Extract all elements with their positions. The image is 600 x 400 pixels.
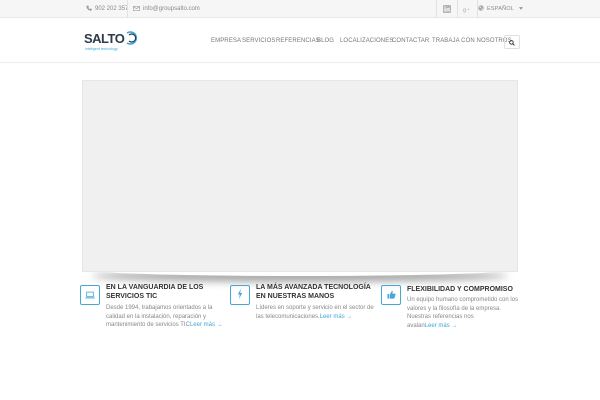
svg-text:g: g <box>463 8 466 13</box>
mail-icon <box>133 5 140 13</box>
nav-empresa[interactable]: EMPRESA <box>211 38 241 44</box>
nav-trabaja-con-nosotros[interactable]: TRABAJA CON NOSOTROS <box>432 38 512 44</box>
logo[interactable]: SALTO intelligent technology <box>84 29 144 55</box>
search-icon <box>509 33 515 51</box>
google-plus-icon: g + <box>463 0 472 18</box>
nav-referencias[interactable]: REFERENCIAS <box>276 38 320 44</box>
read-more-link[interactable]: Leer más → <box>190 322 223 328</box>
feature-text: Desde 1994, trabajamos orientados a la c… <box>106 304 224 330</box>
laptop-icon <box>85 286 95 304</box>
read-more-link[interactable]: Leer más → <box>320 314 353 320</box>
slider-image[interactable] <box>82 80 518 272</box>
search-button[interactable] <box>504 35 520 49</box>
nav-localizaciones[interactable]: LOCALIZACIONES <box>340 38 393 44</box>
feature-icon-box <box>230 285 250 305</box>
thumbs-up-icon <box>386 286 396 304</box>
hero-slider <box>82 80 518 276</box>
linkedin-icon <box>443 0 451 18</box>
nav-blog[interactable]: BLOG <box>317 38 334 44</box>
topbar-phone: 902 202 357 <box>86 0 128 18</box>
phone-number: 902 202 357 <box>95 6 129 12</box>
logo-swoosh-icon <box>124 30 140 51</box>
google-plus-link[interactable]: g + <box>457 0 477 18</box>
caret-down-icon <box>518 6 523 12</box>
feature-icon-box <box>381 285 401 305</box>
topbar-divider <box>127 0 128 18</box>
linkedin-link[interactable] <box>437 0 457 18</box>
lightning-icon <box>237 286 243 304</box>
svg-text:+: + <box>466 7 469 12</box>
logo-wordmark: SALTO <box>84 31 125 46</box>
feature-title: LA MÁS AVANZADA TECNOLOGÍA EN NUESTRAS M… <box>256 284 371 300</box>
site-header: SALTO intelligent technology EMPRESA SER… <box>0 19 600 63</box>
logo-tagline: intelligent technology <box>85 47 118 51</box>
topbar-email-link[interactable]: info@groupsalto.com <box>133 0 200 18</box>
feature-text: Líderes en soporte y servicio en el sect… <box>256 304 374 321</box>
language-label: ESPAÑOL <box>487 6 514 12</box>
feature-icon-box <box>80 285 100 305</box>
feature-description: Un equipo humano comprometido con los va… <box>407 297 519 329</box>
top-bar: 902 202 357 info@groupsalto.com g + ESPAÑ… <box>0 0 600 18</box>
feature-description: Líderes en soporte y servicio en el sect… <box>256 305 374 320</box>
feature-title: EN LA VANGUARDIA DE LOS SERVICIOS TIC <box>106 284 204 300</box>
nav-servicios[interactable]: SERVICIOS <box>242 38 275 44</box>
feature-text: Un equipo humano comprometido con los va… <box>407 296 525 330</box>
email-address: info@groupsalto.com <box>143 6 200 12</box>
feature-title: FLEXIBILIDAD Y COMPROMISO <box>407 286 513 293</box>
globe-icon <box>478 5 484 13</box>
language-selector[interactable]: ESPAÑOL <box>478 0 523 18</box>
nav-contactar[interactable]: CONTACTAR <box>392 38 429 44</box>
phone-icon <box>86 5 92 13</box>
read-more-link[interactable]: Leer más → <box>425 323 458 329</box>
